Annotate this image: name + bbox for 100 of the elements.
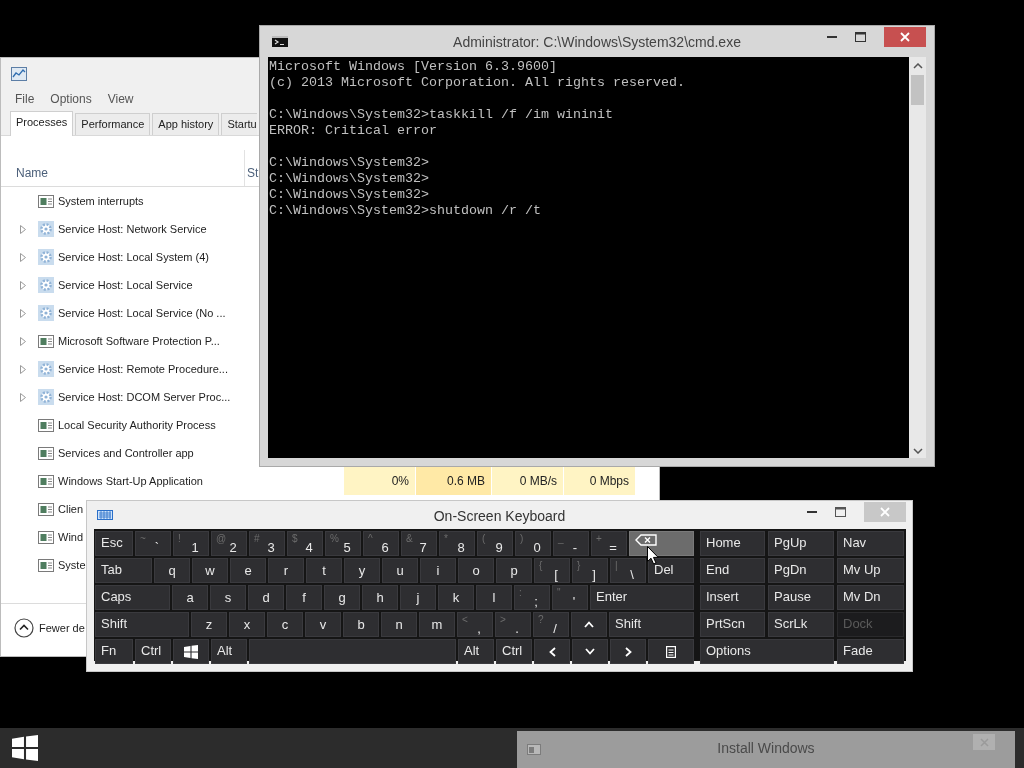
key[interactable]: p [496,558,532,583]
key[interactable]: q [154,558,190,583]
key[interactable]: Tab [95,558,152,583]
key[interactable]: j [400,585,436,610]
expand-arrow-icon[interactable] [20,364,26,374]
key[interactable]: ~ ` [135,531,171,556]
key[interactable]: } ] [572,558,608,583]
scrollbar[interactable] [909,57,926,458]
key[interactable]: PrtScn [700,612,765,637]
expand-arrow-icon[interactable] [20,252,26,262]
left-arrow-key[interactable] [534,639,570,664]
key[interactable]: PgUp [768,531,834,556]
key[interactable]: h [362,585,398,610]
key[interactable]: e [230,558,266,583]
scrollbar-thumb[interactable] [911,75,924,105]
key[interactable]: $ 4 [287,531,323,556]
key[interactable]: f [286,585,322,610]
expand-arrow-icon[interactable] [20,224,26,234]
key[interactable]: Pause [768,585,834,610]
key[interactable]: { [ [534,558,570,583]
key[interactable]: Alt [211,639,247,664]
key[interactable]: n [381,612,417,637]
windows-logo-icon[interactable] [12,735,38,761]
expand-arrow-icon[interactable] [20,392,26,402]
key[interactable]: Nav [837,531,904,556]
scroll-down-icon[interactable] [912,448,923,454]
menu-item[interactable]: View [107,92,134,106]
up-arrow-key[interactable] [571,612,607,637]
key[interactable]: ^ 6 [363,531,399,556]
key[interactable]: @ 2 [211,531,247,556]
fewer-details-link[interactable]: Fewer de [39,622,85,634]
expand-arrow-icon[interactable] [20,336,26,346]
key[interactable]: Del [648,558,694,583]
backspace-key[interactable] [629,531,694,556]
key[interactable]: PgDn [768,558,834,583]
tab[interactable]: Processes [10,111,74,136]
right-arrow-key[interactable] [610,639,646,664]
windows-key[interactable] [173,639,209,664]
key[interactable]: Ctrl [135,639,171,664]
key[interactable]: Insert [700,585,765,610]
key[interactable]: Home [700,531,765,556]
key[interactable]: End [700,558,765,583]
key[interactable]: t [306,558,342,583]
column-header[interactable]: St [244,150,259,186]
key[interactable]: Esc [95,531,133,556]
tab[interactable]: Startu [221,113,257,135]
key[interactable]: + = [591,531,627,556]
key[interactable]: y [344,558,380,583]
key[interactable]: Fade [837,639,904,664]
maximize-icon[interactable] [855,32,866,42]
key[interactable]: r [268,558,304,583]
key[interactable]: d [248,585,284,610]
key[interactable]: ScrLk [768,612,834,637]
key[interactable]: v [305,612,341,637]
maximize-icon[interactable] [835,507,846,517]
key[interactable]: g [324,585,360,610]
key[interactable]: a [172,585,208,610]
key[interactable]: i [420,558,456,583]
close-button[interactable] [884,27,926,47]
menu-key[interactable] [648,639,694,664]
key[interactable]: z [191,612,227,637]
key[interactable]: Enter [590,585,694,610]
key[interactable]: c [267,612,303,637]
key[interactable]: k [438,585,474,610]
key[interactable]: Shift [609,612,694,637]
key[interactable]: * 8 [439,531,475,556]
key[interactable]: ? / [533,612,569,637]
collapse-up-icon[interactable] [14,618,34,638]
key[interactable]: Options [700,639,834,664]
key[interactable]: Fn [95,639,133,664]
key[interactable]: Mv Up [837,558,904,583]
key[interactable]: % 5 [325,531,361,556]
menu-item[interactable]: Options [50,92,92,106]
key[interactable]: ( 9 [477,531,513,556]
scroll-up-icon[interactable] [912,63,923,69]
key[interactable]: l [476,585,512,610]
key[interactable]: ) 0 [515,531,551,556]
menu-item[interactable]: File [15,92,35,106]
expand-arrow-icon[interactable] [20,308,26,318]
key[interactable]: b [343,612,379,637]
key[interactable]: ! 1 [173,531,209,556]
key[interactable]: : ; [514,585,550,610]
key[interactable]: & 7 [401,531,437,556]
key[interactable]: # 3 [249,531,285,556]
key[interactable]: x [229,612,265,637]
key[interactable]: Caps [95,585,170,610]
key[interactable]: | \ [610,558,646,583]
key[interactable]: m [419,612,455,637]
key[interactable]: " ' [552,585,588,610]
key[interactable]: > . [495,612,531,637]
down-arrow-key[interactable] [572,639,608,664]
key[interactable]: o [458,558,494,583]
key[interactable]: u [382,558,418,583]
expand-arrow-icon[interactable] [20,280,26,290]
tab[interactable]: Performance [75,113,151,135]
key[interactable]: Mv Dn [837,585,904,610]
key[interactable]: < , [457,612,493,637]
key[interactable]: Alt [458,639,494,664]
key[interactable]: _ - [553,531,589,556]
tab[interactable]: App history [152,113,220,135]
